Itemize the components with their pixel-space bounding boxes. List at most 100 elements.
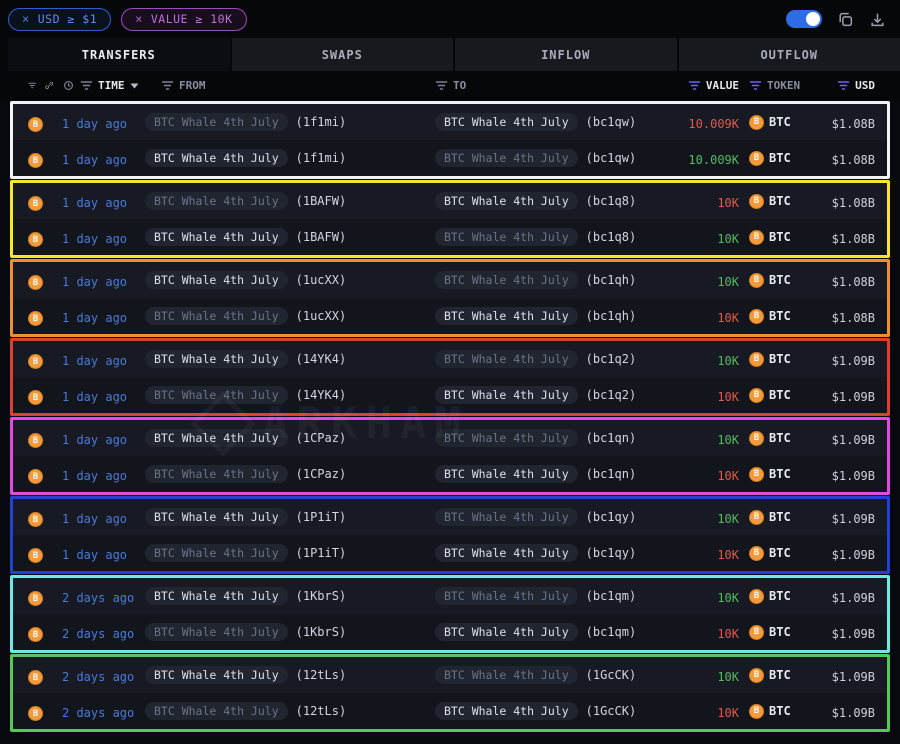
from-entity-pill[interactable]: BTC Whale 4th July — [145, 465, 288, 483]
transfer-row[interactable]: B1 day agoBTC Whale 4th July(1ucXX)BTC W… — [13, 262, 887, 298]
from-address[interactable]: (1BAFW) — [296, 194, 347, 208]
token-cell[interactable]: BBTC — [739, 467, 803, 482]
transfer-row[interactable]: B1 day agoBTC Whale 4th July(1f1mi)BTC W… — [13, 104, 887, 140]
to-address[interactable]: (bc1qh) — [586, 273, 637, 287]
token-cell[interactable]: BBTC — [739, 704, 803, 719]
header-time[interactable]: TIME — [53, 79, 141, 92]
to-address[interactable]: (bc1qh) — [586, 309, 637, 323]
time-ago[interactable]: 1 day ago — [62, 232, 127, 246]
to-address[interactable]: (1GcCK) — [586, 668, 637, 682]
transfer-row[interactable]: B2 days agoBTC Whale 4th July(1KbrS)BTC … — [13, 614, 887, 650]
tab-inflow[interactable]: INFLOW — [455, 38, 677, 71]
to-entity-pill[interactable]: BTC Whale 4th July — [435, 192, 578, 210]
filter-icon[interactable] — [161, 80, 174, 91]
header-value[interactable]: VALUE — [649, 79, 739, 92]
filter-icon-active[interactable] — [749, 80, 762, 91]
token-cell[interactable]: BBTC — [739, 352, 803, 367]
token-cell[interactable]: BBTC — [739, 546, 803, 561]
from-entity-pill[interactable]: BTC Whale 4th July — [145, 666, 288, 684]
remove-filter-icon[interactable]: × — [135, 12, 143, 26]
from-entity-pill[interactable]: BTC Whale 4th July — [145, 192, 288, 210]
from-address[interactable]: (12tLs) — [296, 704, 347, 718]
from-address[interactable]: (1P1iT) — [296, 546, 347, 560]
from-entity-pill[interactable]: BTC Whale 4th July — [145, 587, 288, 605]
from-address[interactable]: (12tLs) — [296, 668, 347, 682]
to-entity-pill[interactable]: BTC Whale 4th July — [435, 702, 578, 720]
time-ago[interactable]: 1 day ago — [62, 433, 127, 447]
to-entity-pill[interactable]: BTC Whale 4th July — [435, 228, 578, 246]
to-entity-pill[interactable]: BTC Whale 4th July — [435, 307, 578, 325]
from-entity-pill[interactable]: BTC Whale 4th July — [145, 386, 288, 404]
header-from[interactable]: FROM — [141, 79, 428, 92]
from-entity-pill[interactable]: BTC Whale 4th July — [145, 149, 288, 167]
from-address[interactable]: (1BAFW) — [296, 230, 347, 244]
token-cell[interactable]: BBTC — [739, 273, 803, 288]
from-address[interactable]: (1CPaz) — [296, 431, 347, 445]
transfer-row[interactable]: B1 day agoBTC Whale 4th July(14YK4)BTC W… — [13, 341, 887, 377]
from-address[interactable]: (1P1iT) — [296, 510, 347, 524]
transfer-row[interactable]: B2 days agoBTC Whale 4th July(12tLs)BTC … — [13, 657, 887, 693]
time-ago[interactable]: 2 days ago — [62, 706, 134, 720]
transfer-row[interactable]: B1 day agoBTC Whale 4th July(1ucXX)BTC W… — [13, 298, 887, 334]
filter-icon[interactable] — [435, 80, 448, 91]
from-entity-pill[interactable]: BTC Whale 4th July — [145, 113, 288, 131]
from-address[interactable]: (1CPaz) — [296, 467, 347, 481]
from-address[interactable]: (14YK4) — [296, 352, 347, 366]
to-entity-pill[interactable]: BTC Whale 4th July — [435, 623, 578, 641]
transfer-row[interactable]: B1 day agoBTC Whale 4th July(1CPaz)BTC W… — [13, 456, 887, 492]
time-ago[interactable]: 2 days ago — [62, 670, 134, 684]
time-ago[interactable]: 1 day ago — [62, 275, 127, 289]
from-entity-pill[interactable]: BTC Whale 4th July — [145, 544, 288, 562]
token-cell[interactable]: BBTC — [739, 431, 803, 446]
filter-icon-active[interactable] — [837, 80, 850, 91]
link-icon[interactable] — [45, 80, 54, 91]
download-icon[interactable] — [869, 11, 886, 28]
from-address[interactable]: (14YK4) — [296, 388, 347, 402]
to-address[interactable]: (bc1qw) — [586, 151, 637, 165]
to-address[interactable]: (bc1qn) — [586, 431, 637, 445]
live-toggle[interactable] — [786, 10, 822, 28]
time-ago[interactable]: 1 day ago — [62, 390, 127, 404]
to-entity-pill[interactable]: BTC Whale 4th July — [435, 666, 578, 684]
from-address[interactable]: (1KbrS) — [296, 589, 347, 603]
tab-swaps[interactable]: SWAPS — [232, 38, 454, 71]
to-address[interactable]: (bc1q8) — [586, 230, 637, 244]
to-address[interactable]: (bc1qm) — [586, 625, 637, 639]
transfer-row[interactable]: B1 day agoBTC Whale 4th July(1BAFW)BTC W… — [13, 219, 887, 255]
filter-icon[interactable] — [80, 80, 93, 91]
filter-icon[interactable] — [28, 80, 37, 91]
to-address[interactable]: (bc1q8) — [586, 194, 637, 208]
to-entity-pill[interactable]: BTC Whale 4th July — [435, 587, 578, 605]
from-entity-pill[interactable]: BTC Whale 4th July — [145, 623, 288, 641]
to-entity-pill[interactable]: BTC Whale 4th July — [435, 386, 578, 404]
from-entity-pill[interactable]: BTC Whale 4th July — [145, 702, 288, 720]
time-ago[interactable]: 1 day ago — [62, 117, 127, 131]
transfer-row[interactable]: B1 day agoBTC Whale 4th July(1P1iT)BTC W… — [13, 499, 887, 535]
token-cell[interactable]: BBTC — [739, 151, 803, 166]
to-entity-pill[interactable]: BTC Whale 4th July — [435, 544, 578, 562]
from-entity-pill[interactable]: BTC Whale 4th July — [145, 429, 288, 447]
token-cell[interactable]: BBTC — [739, 388, 803, 403]
to-address[interactable]: (bc1qn) — [586, 467, 637, 481]
to-entity-pill[interactable]: BTC Whale 4th July — [435, 271, 578, 289]
from-entity-pill[interactable]: BTC Whale 4th July — [145, 307, 288, 325]
transfer-row[interactable]: B2 days agoBTC Whale 4th July(1KbrS)BTC … — [13, 578, 887, 614]
header-token[interactable]: TOKEN — [739, 79, 803, 92]
from-address[interactable]: (1f1mi) — [296, 115, 347, 129]
from-address[interactable]: (1ucXX) — [296, 273, 347, 287]
filter-chip-usd[interactable]: × USD ≥ $1 — [8, 8, 111, 31]
from-entity-pill[interactable]: BTC Whale 4th July — [145, 271, 288, 289]
tab-transfers[interactable]: TRANSFERS — [8, 38, 230, 71]
time-ago[interactable]: 1 day ago — [62, 311, 127, 325]
token-cell[interactable]: BBTC — [739, 230, 803, 245]
header-to[interactable]: TO — [428, 79, 649, 92]
time-ago[interactable]: 1 day ago — [62, 548, 127, 562]
time-ago[interactable]: 1 day ago — [62, 469, 127, 483]
token-cell[interactable]: BBTC — [739, 194, 803, 209]
transfer-row[interactable]: B1 day agoBTC Whale 4th July(14YK4)BTC W… — [13, 377, 887, 413]
to-entity-pill[interactable]: BTC Whale 4th July — [435, 350, 578, 368]
to-entity-pill[interactable]: BTC Whale 4th July — [435, 465, 578, 483]
to-address[interactable]: (bc1qy) — [586, 546, 637, 560]
time-ago[interactable]: 2 days ago — [62, 627, 134, 641]
to-entity-pill[interactable]: BTC Whale 4th July — [435, 149, 578, 167]
